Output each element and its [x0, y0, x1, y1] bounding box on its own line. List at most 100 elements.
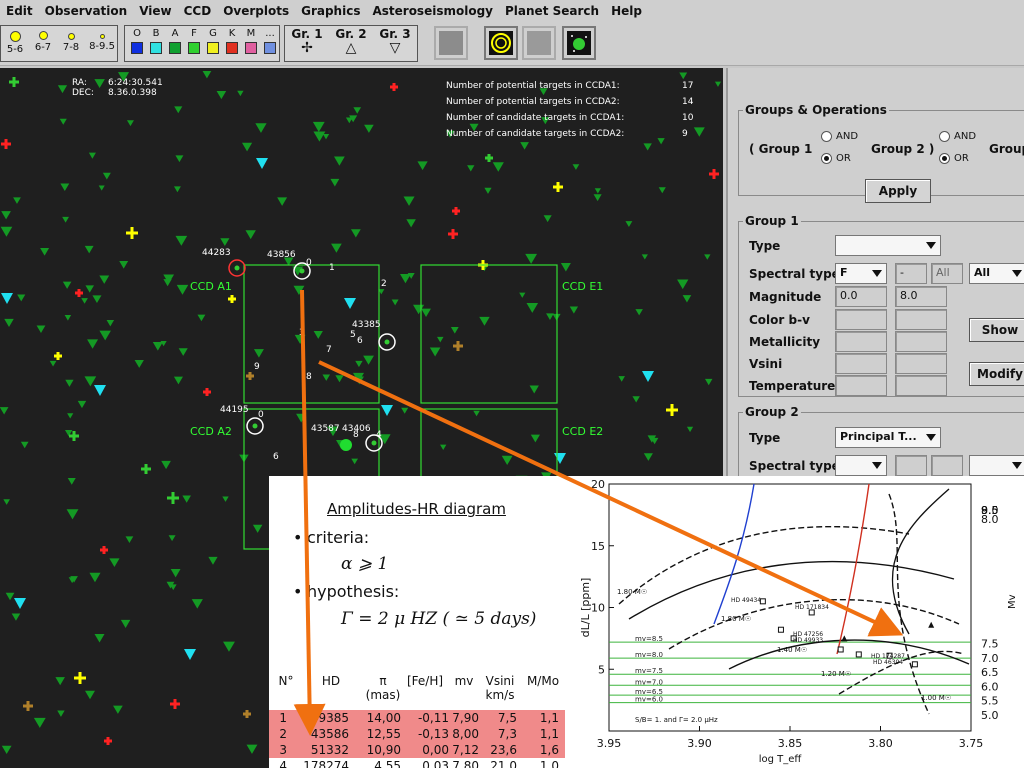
vsini-min-field[interactable] [835, 353, 887, 374]
spectral-to-field[interactable]: All [931, 263, 963, 284]
chevron-down-icon [926, 242, 936, 249]
menu-edit[interactable]: Edit [0, 4, 39, 18]
chevron-down-icon [872, 270, 882, 277]
star-marker [246, 744, 258, 754]
color-max-field[interactable] [895, 309, 947, 330]
show-button[interactable]: Show [969, 318, 1024, 342]
group-2-and-radio[interactable]: AND [939, 131, 976, 142]
menu-planet-search[interactable]: Planet Search [499, 4, 605, 18]
menu-help[interactable]: Help [605, 4, 648, 18]
star-marker [84, 376, 97, 387]
star-marker [99, 275, 110, 284]
plus-marker [230, 295, 234, 303]
group-2-spectral-to-field[interactable] [931, 455, 963, 476]
group-1-and-radio[interactable]: AND [821, 131, 858, 142]
spectral-class-select[interactable]: All [969, 263, 1024, 284]
star-number: 6 [273, 452, 279, 462]
star-marker [5, 592, 15, 601]
star-marker [277, 197, 288, 206]
table-row[interactable]: 4 178274 4,55 0,03 7,80 21,0 1,0 [269, 758, 565, 768]
table-cell: 10,90 [366, 743, 401, 757]
starfield-button[interactable] [562, 26, 596, 60]
group-2-spectral-mid-field[interactable] [895, 455, 927, 476]
star-marker [546, 313, 554, 321]
ring-view-button[interactable] [484, 26, 518, 60]
star-marker [355, 360, 363, 368]
menu-observation[interactable]: Observation [39, 4, 134, 18]
slide-title: Amplitudes-HR diagram [327, 500, 506, 518]
table-cell: -0,11 [417, 711, 449, 725]
size-legend-item[interactable]: 8-9.5 [87, 28, 117, 52]
magnitude-max-field[interactable]: 8.0 [895, 286, 947, 307]
table-row[interactable]: 3 51332 10,90 0,00 7,12 23,6 1,6 [269, 742, 565, 758]
spectral-class-legend-item[interactable]: F [186, 28, 202, 54]
menu-asteroseismology[interactable]: Asteroseismology [366, 4, 499, 18]
spectral-class-legend-item[interactable]: ... [262, 28, 278, 54]
group-1-type-select[interactable] [835, 235, 941, 256]
apply-button[interactable]: Apply [865, 179, 931, 203]
table-row[interactable]: 2 43586 12,55 -0,13 8,00 7,3 1,1 [269, 726, 565, 742]
star-marker [57, 710, 65, 717]
star-marker [92, 295, 102, 304]
group-1-legend[interactable]: Gr. 1 ✢ [285, 27, 329, 55]
ccd-e2-label: CCD E2 [562, 425, 604, 438]
size-legend-item[interactable]: 6-7 [31, 28, 55, 53]
group-label: Gr. 1 [291, 27, 323, 41]
plus-marker [456, 341, 460, 351]
group-1-or-radio[interactable]: OR [821, 153, 851, 164]
size-legend-item[interactable]: 7-8 [59, 28, 83, 53]
spectral-class-legend-item[interactable]: K [224, 28, 240, 54]
table-cell: 4 [279, 759, 287, 768]
table-row[interactable]: 1 49385 14,00 -0,11 7,90 7,5 1,1 [269, 710, 565, 726]
star-marker [519, 292, 526, 298]
spectral-class-legend-item[interactable]: M [243, 28, 259, 54]
star-marker [560, 263, 571, 272]
target-ring-icon [489, 31, 513, 55]
plus-marker [171, 492, 175, 504]
modify-button[interactable]: Modify [969, 362, 1024, 386]
table-cell: 4,55 [374, 759, 401, 768]
star-label: HD 49434 [731, 597, 761, 604]
spectral-from-select[interactable]: F [835, 263, 887, 284]
menu-graphics[interactable]: Graphics [295, 4, 366, 18]
image-overlay-button[interactable] [434, 26, 468, 60]
spectral-class-legend-item[interactable]: G [205, 28, 221, 54]
plus-marker [454, 207, 458, 215]
magnitude-min-field[interactable]: 0.0 [835, 286, 887, 307]
menu-overplots[interactable]: Overplots [217, 4, 295, 18]
size-legend-item[interactable]: 5-6 [3, 28, 27, 55]
spectral-class-legend-item[interactable]: B [148, 28, 164, 54]
temperature-max-field[interactable] [895, 375, 947, 396]
star-marker [473, 410, 480, 417]
metallicity-min-field[interactable] [835, 331, 887, 352]
vsini-max-field[interactable] [895, 353, 947, 374]
group-2-type-select[interactable]: Principal T... [835, 427, 941, 448]
column-header: π (mas) [365, 674, 401, 702]
group-2-spectral-from-select[interactable] [835, 455, 887, 476]
star-marker [55, 677, 65, 686]
group-2-legend[interactable]: Gr. 2 △ [329, 27, 373, 55]
table-cell: 14,00 [366, 711, 401, 725]
spectral-class-legend-item[interactable]: O [129, 28, 145, 54]
star-marker [313, 131, 326, 142]
menu-view[interactable]: View [133, 4, 177, 18]
texture-button[interactable] [522, 26, 556, 60]
menu-ccd[interactable]: CCD [178, 4, 218, 18]
star-id-label: 43856 [267, 250, 296, 260]
star-marker [677, 279, 689, 290]
plus-marker [12, 77, 16, 87]
star-marker [525, 253, 537, 264]
size-label: 7-8 [62, 42, 80, 53]
color-min-field[interactable] [835, 309, 887, 330]
spectral-class-label: M [246, 28, 256, 39]
star-marker [450, 326, 459, 334]
star-marker [593, 194, 602, 202]
mass-label: 1.40 M☉ [777, 646, 807, 654]
temperature-min-field[interactable] [835, 375, 887, 396]
group-3-legend[interactable]: Gr. 3 ▽ [373, 27, 417, 55]
metallicity-max-field[interactable] [895, 331, 947, 352]
spectral-class-legend-item[interactable]: A [167, 28, 183, 54]
group-2-or-radio[interactable]: OR [939, 153, 969, 164]
group-2-spectral-class-select[interactable] [969, 455, 1024, 476]
spectral-separator: - [895, 263, 927, 284]
